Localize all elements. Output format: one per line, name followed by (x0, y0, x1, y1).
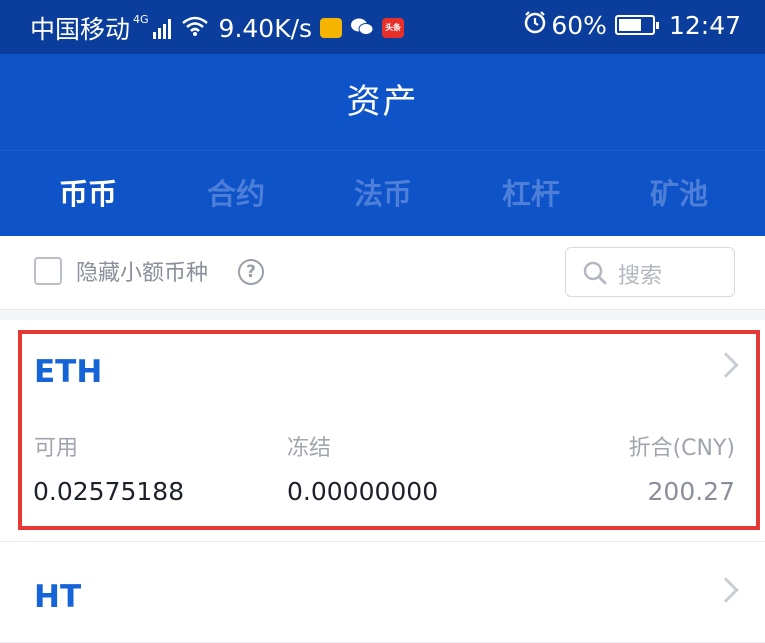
frozen-label: 冻结 (287, 436, 332, 461)
page-title: 资产 (346, 82, 419, 122)
cny-label: 折合(CNY) (628, 436, 735, 461)
tab-contract[interactable]: 合约 (176, 151, 296, 237)
available-value: 0.02575188 (33, 477, 185, 506)
page-header: 资产 (0, 54, 765, 150)
coin-name: HT (34, 579, 82, 615)
tab-fiat[interactable]: 法币 (323, 151, 443, 237)
tab-spot[interactable]: 币币 (28, 151, 148, 237)
asset-card-ht[interactable]: HT (0, 542, 765, 643)
news-app-icon: 头条 (382, 18, 405, 38)
tab-margin[interactable]: 杠杆 (471, 151, 591, 237)
mail-app-icon (320, 18, 343, 38)
clock-time: 12:47 (668, 10, 741, 40)
section-divider (0, 310, 765, 320)
asset-card-eth[interactable]: ETH 可用 冻结 折合(CNY) 0.02575188 0.00000000 … (0, 320, 765, 542)
battery-percent: 60% (551, 10, 607, 40)
hide-small-checkbox[interactable] (34, 257, 62, 285)
asset-tabs: 币币 合约 法币 杠杆 矿池 (0, 150, 765, 236)
filter-bar: 隐藏小额币种 ? 搜索 (0, 236, 765, 310)
carrier-name: 中国移动 (30, 15, 131, 44)
cny-value: 200.27 (647, 477, 735, 506)
coin-name: ETH (34, 354, 103, 390)
wifi-icon (181, 14, 209, 43)
wechat-icon (350, 14, 374, 43)
network-speed: 9.40K/s (218, 13, 313, 43)
status-left: 中国移动 4G 9.40K/s 头条 (30, 10, 405, 46)
network-type: 4G (133, 12, 149, 26)
frozen-value: 0.00000000 (287, 477, 439, 506)
search-input[interactable]: 搜索 (565, 247, 735, 297)
help-icon[interactable]: ? (238, 259, 264, 285)
signal-icon (152, 17, 173, 39)
available-label: 可用 (34, 436, 79, 461)
status-bar: 中国移动 4G 9.40K/s 头条 60% 12:47 (0, 0, 765, 54)
tab-pool[interactable]: 矿池 (619, 151, 739, 237)
alarm-icon (523, 10, 547, 40)
search-icon (582, 260, 608, 286)
search-placeholder: 搜索 (618, 264, 663, 289)
chevron-right-icon (713, 352, 739, 378)
hide-small-label[interactable]: 隐藏小额币种 (76, 255, 208, 287)
status-right: 60% 12:47 (523, 10, 741, 40)
battery-icon (614, 15, 659, 35)
chevron-right-icon (713, 577, 739, 603)
